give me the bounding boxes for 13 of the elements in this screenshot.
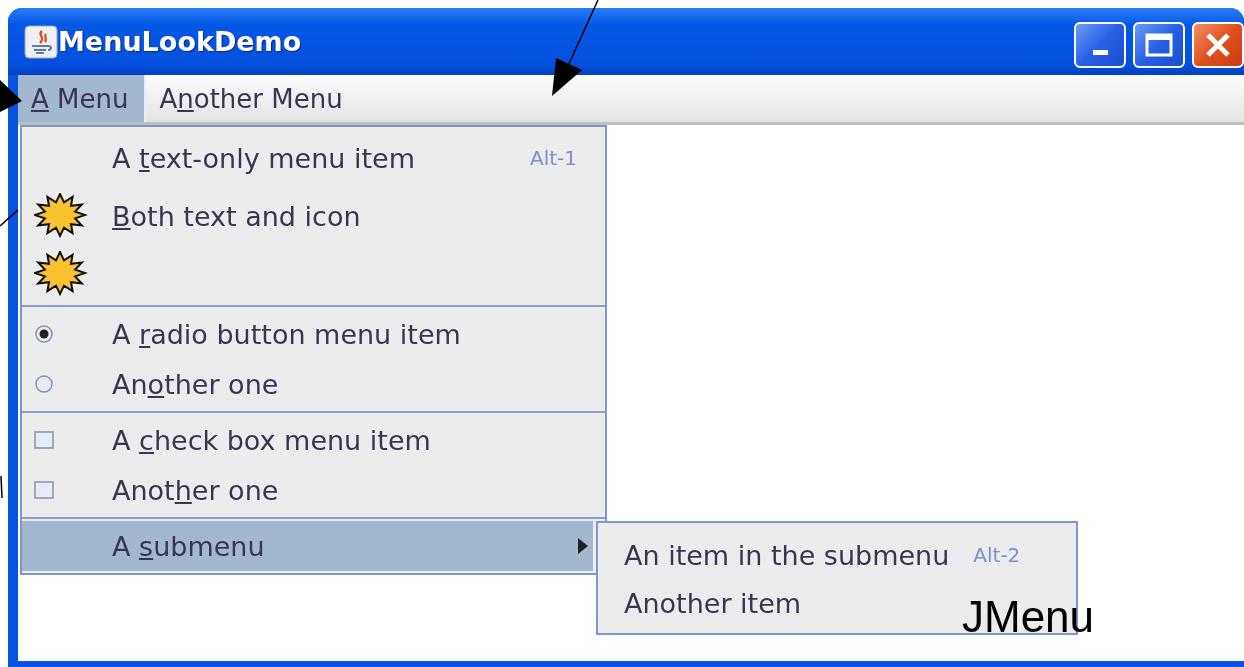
menu-title[interactable]: Another Menu xyxy=(146,75,359,122)
menu-item[interactable]: Another one xyxy=(22,465,605,515)
menu-item[interactable]: Another item xyxy=(598,579,830,627)
menu-item[interactable]: A check box menu item xyxy=(22,415,605,465)
menu-item[interactable]: An item in the submenu Alt-2 xyxy=(598,531,1049,579)
menu-item[interactable]: Both text and icon xyxy=(22,187,605,245)
menu-item[interactable]: Another one xyxy=(22,359,605,409)
annotation-label: JMenu xyxy=(962,592,1095,642)
menu-item[interactable]: A text-only menu item Alt-1 xyxy=(22,129,605,187)
window-title: MenuLookDemo xyxy=(58,26,303,57)
menu-item[interactable]: A submenu xyxy=(22,521,593,571)
menu-item[interactable]: A radio button menu item xyxy=(22,309,605,359)
menu-title[interactable]: A Menu xyxy=(18,75,147,122)
